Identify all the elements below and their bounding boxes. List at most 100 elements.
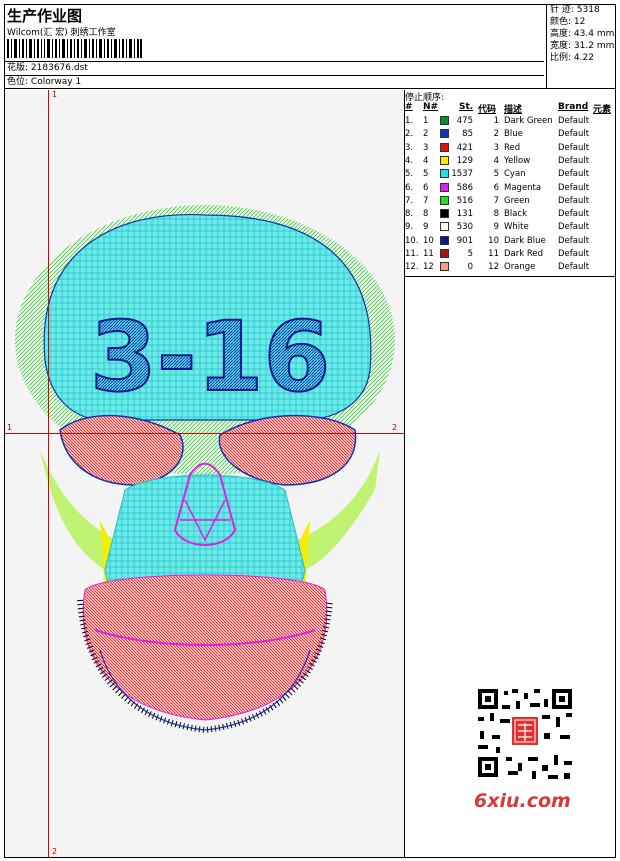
table-row: 5. 5 1537 5 Cyan Default [405,169,615,182]
cell-n: 6 [423,182,429,193]
col-desc: 描述 [504,105,523,115]
cell-brand: Default [558,249,590,259]
cell-code: 12 [488,262,499,273]
cell-st: 85 [462,129,473,140]
design-number-text: 3-16 [89,300,331,414]
cell-num: 5. [405,169,414,180]
vertical-axis-line [48,90,49,857]
design-row: 花版: 2183676.dst [4,61,544,74]
design-canvas: 3-16 1 2 1 2 [5,90,404,857]
stat-stitches: 针 迹: 5318 [550,5,600,15]
cell-num: 12. [405,262,419,273]
cell-num: 10. [405,235,419,246]
axis-label-bottom: 2 [52,847,58,856]
cell-code: 9 [493,222,499,233]
color-swatch [440,169,449,179]
col-num: # [405,102,413,112]
cell-code: 1 [493,116,499,126]
cell-n: 2 [423,129,429,140]
cell-n: 9 [423,222,429,233]
cell-code: 10 [488,235,499,246]
cell-desc: Green [504,195,530,206]
cell-code: 6 [493,182,499,193]
cell-st: 475 [456,116,473,126]
cell-n: 11 [423,249,434,259]
color-swatch [440,209,449,219]
cell-brand: Default [558,209,590,220]
cell-desc: Dark Red [504,249,544,259]
jaw-fill [82,574,328,721]
cell-brand: Default [558,195,590,206]
header: 生产作业图 Wilcom(汇 宏) 刺绣工作室 花版: 2183676.dst … [4,4,616,89]
stat-height: 高度: 43.4 mm [550,29,615,39]
stat-colors: 颜色: 12 [550,17,586,27]
cell-st: 516 [456,195,473,206]
col-stitches: St. [459,102,474,112]
colorway-row: 色位: Colorway 1 [4,75,544,88]
color-swatch [440,142,449,152]
table-row: 9. 9 530 9 White Default [405,222,615,235]
cell-n: 3 [423,142,429,153]
cell-desc: White [504,222,529,233]
cell-brand: Default [558,262,590,273]
cell-st: 1537 [451,169,473,180]
color-swatch [440,262,449,272]
cell-st: 421 [456,142,473,153]
cell-st: 586 [456,182,473,193]
stat-scale: 比例: 4.22 [550,53,594,63]
table-row: 7. 7 516 7 Green Default [405,195,615,209]
col-n: N# [423,102,439,112]
cell-n: 10 [423,235,434,246]
stats-panel: 针 迹: 5318 颜色: 12 高度: 43.4 mm 宽度: 31.2 mm… [546,4,616,88]
table-row: 8. 8 131 8 Black Default [405,209,615,222]
cell-num: 6. [405,182,414,193]
table-bottom-rule [405,276,615,277]
cell-desc: Yellow [504,155,531,166]
cell-brand: Default [558,142,590,153]
cell-n: 5 [423,169,429,180]
cell-code: 3 [493,142,499,153]
color-swatch [440,195,449,205]
cell-st: 530 [456,222,473,233]
page-title: 生产作业图 [7,7,83,25]
table-row: 3. 3 421 3 Red Default [405,142,615,156]
barcode [7,39,142,58]
cell-code: 11 [488,249,499,259]
table-row: 6. 6 586 6 Magenta Default [405,182,615,196]
cell-code: 4 [493,155,499,166]
cell-code: 7 [493,195,499,206]
cell-desc: Black [504,209,527,220]
cell-st: 901 [456,235,473,246]
col-elem: 元素 [593,105,612,115]
colorway-label: 色位: [7,77,29,87]
cell-desc: Dark Green [504,116,553,126]
color-swatch [440,155,449,165]
cell-desc: Dark Blue [504,235,546,246]
axis-label-left: 1 [7,423,13,432]
watermark-brand: 6xiu.com [474,790,571,812]
table-row: 1. 1 475 1 Dark Green Default [405,116,615,129]
design-value: 2183676.dst [30,63,88,73]
cell-brand: Default [558,155,590,166]
color-swatch [440,116,449,125]
cell-brand: Default [558,116,590,126]
cell-desc: Red [504,142,521,153]
cell-desc: Blue [504,129,523,140]
cell-num: 7. [405,195,414,206]
cell-brand: Default [558,235,590,246]
cell-n: 7 [423,195,429,206]
cell-code: 5 [493,169,499,180]
cell-desc: Cyan [504,169,526,180]
table-row: 2. 2 85 2 Blue Default [405,129,615,142]
cell-n: 4 [423,155,429,166]
cell-code: 8 [493,209,499,220]
embroidery-design: 3-16 [15,205,395,734]
cell-brand: Default [558,222,590,233]
color-swatch [440,235,449,245]
col-brand: Brand [558,102,589,112]
cell-brand: Default [558,129,590,140]
cell-num: 8. [405,209,414,220]
right-eye-socket [218,414,357,486]
cell-num: 11. [405,249,419,259]
color-swatch [440,249,449,258]
